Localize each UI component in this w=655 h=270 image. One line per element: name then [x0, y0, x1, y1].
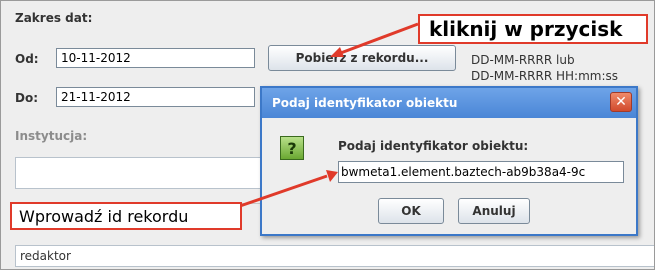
top-arrow-line [337, 22, 419, 56]
top-arrowhead [330, 47, 344, 57]
bottom-arrowhead [326, 170, 338, 182]
callout-click-button: kliknij w przycisk [418, 14, 648, 44]
bottom-arrow-line [239, 174, 328, 208]
callout-enter-record-id: Wprowadź id rekordu [10, 202, 242, 230]
